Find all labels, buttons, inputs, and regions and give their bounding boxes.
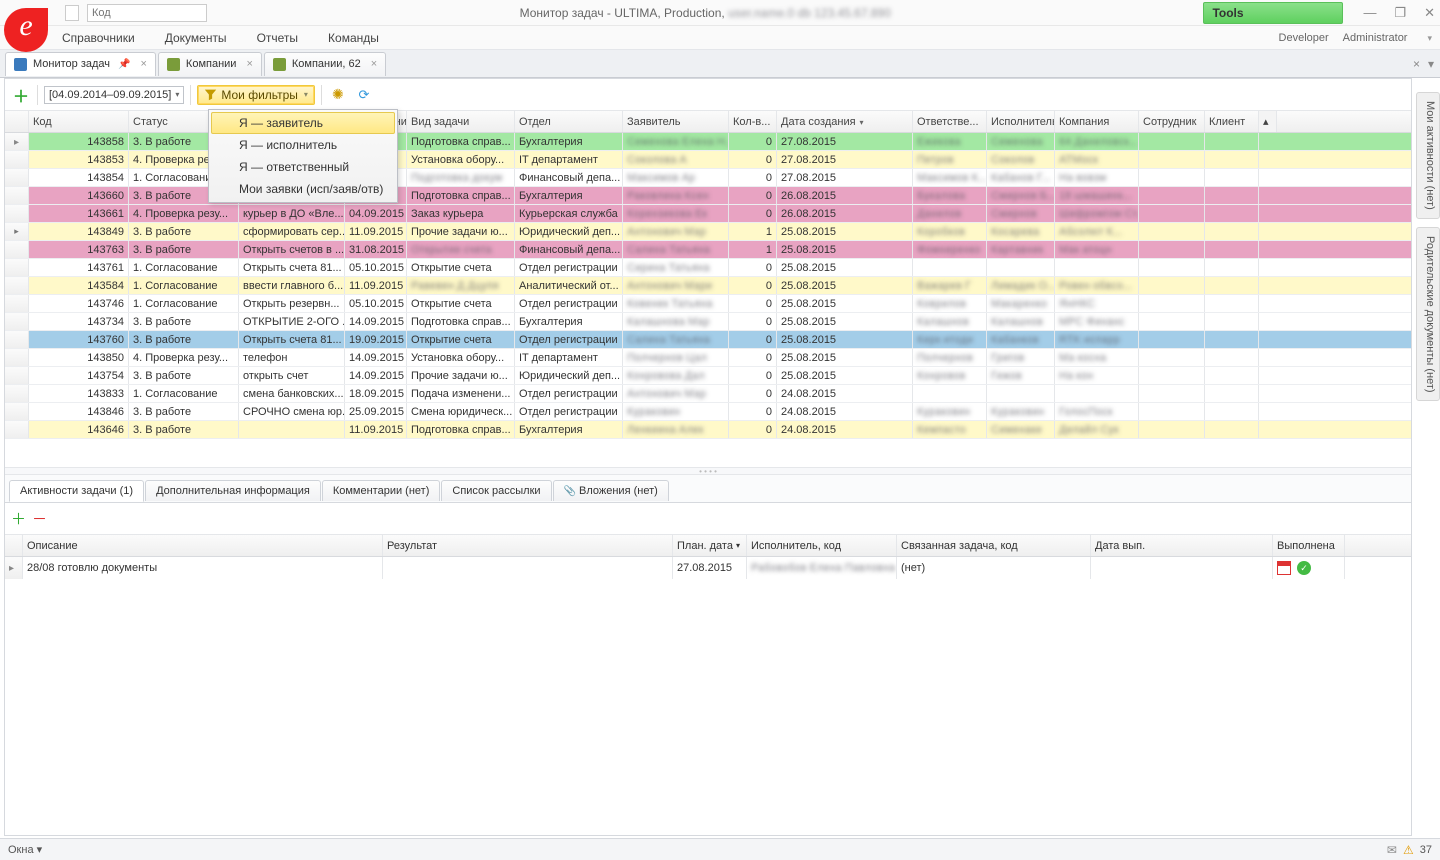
- col-type[interactable]: Вид задачи: [407, 111, 515, 132]
- warning-count: 37: [1420, 844, 1432, 856]
- splitter[interactable]: • • • •: [5, 467, 1411, 475]
- row-indicator-icon: [5, 557, 23, 579]
- refresh-icon[interactable]: ⟳: [354, 85, 374, 105]
- detail-delete-button[interactable]: －: [32, 508, 47, 529]
- dcol-done[interactable]: Выполнена: [1273, 535, 1345, 556]
- funnel-icon: [204, 88, 217, 101]
- detail-add-button[interactable]: ＋: [11, 508, 26, 529]
- filter-item-myrequests[interactable]: Мои заявки (исп/заяв/отв): [211, 178, 395, 200]
- detail-grid-header: Описание Результат План. дата▾ Исполните…: [5, 535, 1411, 557]
- col-employee[interactable]: Сотрудник: [1139, 111, 1205, 132]
- tab-companies-62[interactable]: Компании, 62 ×: [264, 52, 386, 76]
- add-button[interactable]: ＋: [11, 85, 31, 105]
- menu-developer[interactable]: Developer: [1279, 32, 1329, 44]
- filter-dropdown-menu: Я — заявитель Я — исполнитель Я — ответс…: [208, 109, 398, 203]
- col-count[interactable]: Кол-в...: [729, 111, 777, 132]
- menu-administrator[interactable]: Administrator: [1343, 32, 1408, 44]
- app-logo: [4, 8, 48, 52]
- pin-icon[interactable]: 📌: [118, 59, 130, 70]
- col-dept[interactable]: Отдел: [515, 111, 623, 132]
- detail-row[interactable]: 28/08 готовлю документы 27.08.2015 Рабов…: [5, 557, 1411, 579]
- table-row[interactable]: 1437461. СогласованиеОткрыть резервн...0…: [5, 295, 1411, 313]
- windows-menu[interactable]: Окна ▾: [8, 843, 42, 856]
- dcol-executor[interactable]: Исполнитель, код: [747, 535, 897, 556]
- table-row[interactable]: 1435841. Согласованиеввести главного б..…: [5, 277, 1411, 295]
- close-tab-icon[interactable]: ×: [371, 58, 377, 70]
- detail-tab-activities[interactable]: Активности задачи (1): [9, 480, 144, 502]
- my-filters-button[interactable]: Мои фильтры: [197, 85, 315, 105]
- quick-search-input[interactable]: [87, 4, 207, 22]
- col-scroll-gutter: ▴: [1259, 111, 1277, 132]
- dcol-datedone[interactable]: Дата вып.: [1091, 535, 1273, 556]
- tab-icon: [14, 58, 27, 71]
- window-title: Монитор задач - ULTIMA, Production, user…: [207, 6, 1203, 20]
- filter-item-requester[interactable]: Я — заявитель: [211, 112, 395, 134]
- dcol-related[interactable]: Связанная задача, код: [897, 535, 1091, 556]
- table-row[interactable]: 1437611. СогласованиеОткрыть счета 81...…: [5, 259, 1411, 277]
- date-range-picker[interactable]: [04.09.2014–09.09.2015]: [44, 86, 184, 104]
- col-responsible[interactable]: Ответстве...: [913, 111, 987, 132]
- detail-tab-attach[interactable]: Вложения (нет): [553, 480, 669, 501]
- table-row[interactable]: 1438463. В работеСРОЧНО смена юр...25.09…: [5, 403, 1411, 421]
- detail-tab-addinfo[interactable]: Дополнительная информация: [145, 480, 321, 501]
- col-code[interactable]: Код: [29, 111, 129, 132]
- check-icon[interactable]: ✓: [1297, 561, 1311, 575]
- dcol-result[interactable]: Результат: [383, 535, 673, 556]
- col-expander: [5, 111, 29, 132]
- table-row[interactable]: 1436614. Проверка резу...курьер в ДО «Вл…: [5, 205, 1411, 223]
- restore-button[interactable]: ❐: [1394, 5, 1406, 21]
- table-row[interactable]: 1438504. Проверка резу...телефон14.09.20…: [5, 349, 1411, 367]
- dcol-description[interactable]: Описание: [23, 535, 383, 556]
- tab-icon: [167, 58, 180, 71]
- table-row[interactable]: 1437603. В работеОткрыть счета 81...19.0…: [5, 331, 1411, 349]
- col-company[interactable]: Компания: [1055, 111, 1139, 132]
- detail-tab-comments[interactable]: Комментарии (нет): [322, 480, 441, 501]
- close-tab-icon[interactable]: ×: [140, 58, 146, 70]
- settings-icon[interactable]: ✺: [328, 85, 348, 105]
- table-row[interactable]: 1437633. В работеОткрыть счетов в ...31.…: [5, 241, 1411, 259]
- col-executor[interactable]: Исполнитель: [987, 111, 1055, 132]
- mail-icon[interactable]: ✉: [1387, 843, 1397, 857]
- filter-item-responsible[interactable]: Я — ответственный: [211, 156, 395, 178]
- warning-icon[interactable]: ⚠: [1403, 843, 1414, 857]
- sidepanel-my-activities[interactable]: Мои активности (нет): [1416, 92, 1440, 219]
- close-all-tabs-icon[interactable]: ×: [1413, 57, 1420, 71]
- menu-documents[interactable]: Документы: [163, 29, 229, 47]
- menu-reports[interactable]: Отчеты: [255, 29, 300, 47]
- tab-companies[interactable]: Компании ×: [158, 52, 262, 76]
- table-row[interactable]: 1436463. В работе11.09.2015Подготовка сп…: [5, 421, 1411, 439]
- tools-button[interactable]: Tools: [1203, 2, 1343, 24]
- dcol-plandate[interactable]: План. дата▾: [673, 535, 747, 556]
- detail-tab-mailing[interactable]: Список рассылки: [441, 480, 551, 501]
- menu-commands[interactable]: Команды: [326, 29, 381, 47]
- table-row[interactable]: 1437543. В работеоткрыть счет14.09.2015П…: [5, 367, 1411, 385]
- col-requester[interactable]: Заявитель: [623, 111, 729, 132]
- table-row[interactable]: 1437343. В работеОТКРЫТИЕ 2-ОГО ...14.09…: [5, 313, 1411, 331]
- col-client[interactable]: Клиент: [1205, 111, 1259, 132]
- col-created[interactable]: Дата создания: [777, 111, 913, 132]
- doc-tabs: Монитор задач 📌 × Компании × Компании, 6…: [0, 50, 1440, 78]
- close-button[interactable]: ✕: [1424, 5, 1435, 21]
- tab-icon: [273, 58, 286, 71]
- close-tab-icon[interactable]: ×: [246, 58, 252, 70]
- menu-dropdown-icon[interactable]: [1421, 32, 1432, 44]
- tab-task-monitor[interactable]: Монитор задач 📌 ×: [5, 52, 156, 76]
- paperclip-icon: [564, 485, 579, 497]
- table-row[interactable]: ▸1438493. В работесформировать сер...11.…: [5, 223, 1411, 241]
- menu-dictionaries[interactable]: Справочники: [60, 29, 137, 47]
- sidepanel-parent-docs[interactable]: Родительские документы (нет): [1416, 227, 1440, 402]
- tabs-dropdown-icon[interactable]: ▾: [1428, 57, 1434, 71]
- new-doc-icon[interactable]: [65, 5, 79, 21]
- filter-item-executor[interactable]: Я — исполнитель: [211, 134, 395, 156]
- calendar-icon[interactable]: [1277, 561, 1291, 575]
- minimize-button[interactable]: ―: [1363, 5, 1376, 21]
- table-row[interactable]: 1438331. Согласованиесмена банковских...…: [5, 385, 1411, 403]
